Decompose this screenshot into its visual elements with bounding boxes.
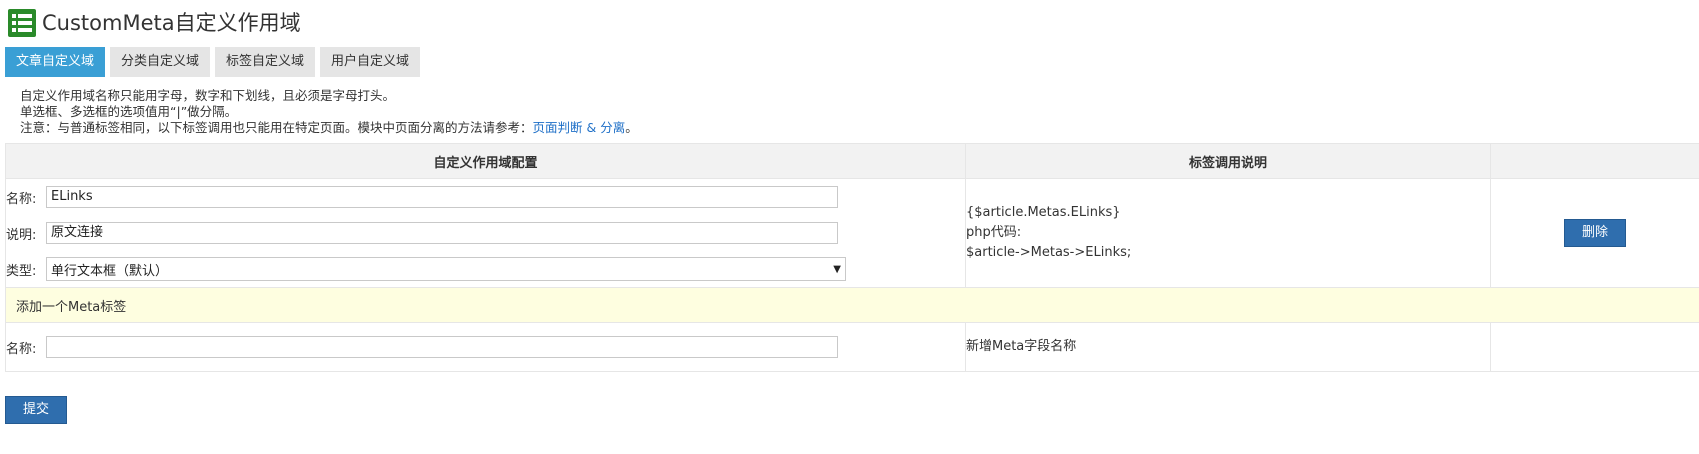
chevron-down-icon: ▼ [833, 263, 841, 275]
action-cell: 删除 [1490, 178, 1699, 288]
note-line-3-prefix: 注意：与普通标签相同，以下标签调用也只能用在特定页面。模块中页面分离的方法请参考… [20, 120, 533, 135]
desc-field-row: 说明: 原文连接 [6, 215, 965, 251]
tag-template-code: {$article.Metas.ELinks} [966, 205, 1121, 220]
tag-php-code: $article->Metas->ELinks; [966, 245, 1132, 260]
column-header-config: 自定义作用域配置 [5, 143, 966, 179]
submit-button[interactable]: 提交 [5, 396, 68, 424]
new-name-cell: 名称: [5, 322, 966, 372]
tab-tag[interactable]: 标签自定义域 [215, 47, 316, 77]
column-header-tag: 标签调用说明 [965, 143, 1491, 179]
new-name-field-row: 名称: [6, 329, 965, 365]
new-name-hint: 新增Meta字段名称 [965, 322, 1491, 372]
page-title: CustomMeta自定义作用域 [42, 11, 301, 35]
page-header: CustomMeta自定义作用域 [8, 8, 301, 38]
note-line-2: 单选框、多选框的选项值用“|”做分隔。 [20, 104, 238, 119]
name-input[interactable]: ELinks [46, 186, 838, 208]
name-label: 名称: [6, 191, 37, 207]
column-header-action [1490, 143, 1699, 179]
tab-article[interactable]: 文章自定义域 [5, 47, 106, 77]
type-select-value: 单行文本框（默认） [51, 263, 169, 279]
tab-category[interactable]: 分类自定义域 [110, 47, 211, 77]
add-meta-label: 添加一个Meta标签 [5, 287, 1699, 323]
note-line-3-suffix: 。 [625, 120, 638, 135]
note-line-3: 注意：与普通标签相同，以下标签调用也只能用在特定页面。模块中页面分离的方法请参考… [20, 120, 638, 136]
tab-user[interactable]: 用户自定义域 [320, 47, 421, 77]
desc-input[interactable]: 原文连接 [46, 222, 838, 244]
table-header-row: 自定义作用域配置 标签调用说明 [5, 143, 1699, 179]
instructions: 自定义作用域名称只能用字母，数字和下划线，且必须是字母打头。 单选框、多选框的选… [20, 88, 638, 136]
new-name-input[interactable] [46, 336, 838, 358]
page-separation-link[interactable]: 页面判断 & 分离 [533, 120, 626, 135]
type-select[interactable]: 单行文本框（默认） ▼ [46, 257, 846, 281]
tag-usage-cell: {$article.Metas.ELinks} php代码: $article-… [965, 178, 1491, 288]
delete-button[interactable]: 删除 [1563, 219, 1626, 247]
name-field-row: 名称: ELinks [6, 179, 965, 215]
new-name-label: 名称: [6, 341, 37, 357]
meta-config-table: 自定义作用域配置 标签调用说明 名称: ELinks 说明: 原文连接 类型: … [5, 143, 1699, 372]
desc-label: 说明: [6, 227, 37, 243]
list-icon [8, 9, 36, 37]
new-meta-row: 名称: 新增Meta字段名称 [5, 322, 1699, 372]
config-cell: 名称: ELinks 说明: 原文连接 类型: 单行文本框（默认） ▼ [5, 178, 966, 288]
type-label: 类型: [6, 263, 37, 279]
table-row: 名称: ELinks 说明: 原文连接 类型: 单行文本框（默认） ▼ {$ar… [5, 178, 1699, 288]
tab-bar: 文章自定义域 分类自定义域 标签自定义域 用户自定义域 [5, 47, 425, 77]
new-row-action-cell [1490, 322, 1699, 372]
type-field-row: 类型: 单行文本框（默认） ▼ [6, 251, 965, 287]
add-meta-row: 添加一个Meta标签 [5, 287, 1699, 323]
note-line-1: 自定义作用域名称只能用字母，数字和下划线，且必须是字母打头。 [20, 88, 396, 103]
tag-php-label: php代码: [966, 225, 1022, 240]
